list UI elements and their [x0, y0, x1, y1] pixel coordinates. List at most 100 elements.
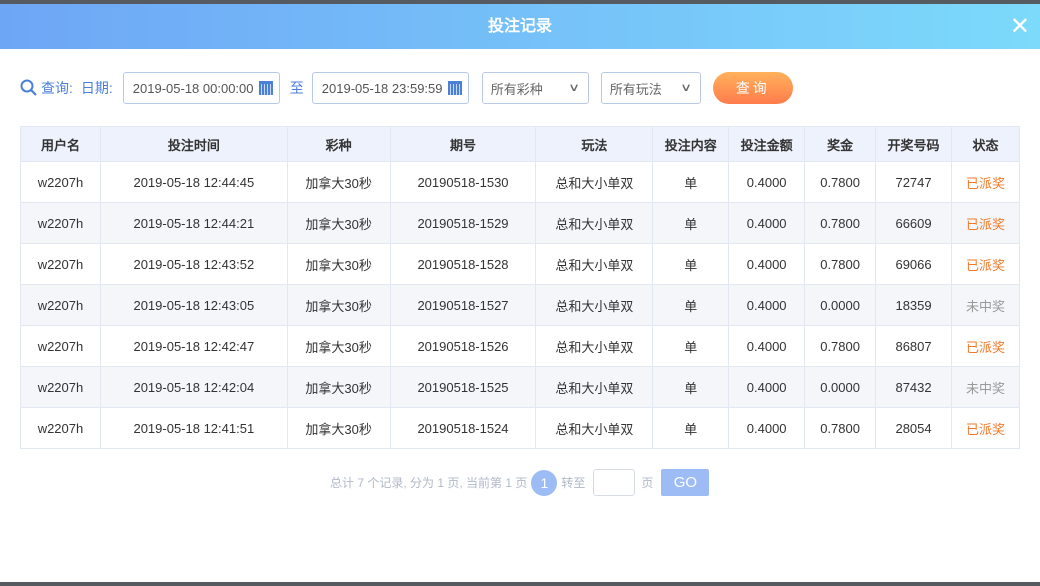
search-button[interactable]: 查询: [712, 72, 793, 104]
table-cell: 20190518-1529: [389, 202, 537, 244]
table-cell: 单: [652, 366, 730, 408]
close-icon[interactable]: ✕: [1010, 4, 1030, 49]
column-header: 期号: [389, 126, 537, 162]
status-badge: 已派奖: [951, 243, 1020, 285]
table-cell: 2019-05-18 12:43:52: [99, 243, 288, 285]
table-cell: w2207h: [20, 284, 101, 326]
end-date-value: 2019-05-18 23:59:59: [321, 80, 443, 96]
table-cell: 总和大小单双: [535, 366, 654, 408]
column-header: 投注金额: [728, 126, 806, 162]
table-cell: w2207h: [20, 325, 101, 367]
table-cell: 单: [652, 161, 730, 203]
start-date-input[interactable]: 2019-05-18 00:00:00: [122, 72, 280, 104]
table-cell: 0.4000: [728, 366, 806, 408]
table-cell: 单: [652, 284, 730, 326]
table-cell: 单: [652, 325, 730, 367]
table-cell: 69066: [875, 243, 953, 285]
table-cell: 66609: [875, 202, 953, 244]
table-cell: 20190518-1530: [389, 161, 537, 203]
date-label: 日期:: [80, 80, 113, 96]
bet-records-table: 用户名 投注时间 彩种 期号 玩法 投注内容 投注金额 奖金 开奖号码 状态 w2207h 2019…: [20, 126, 1020, 449]
table-cell: 总和大小单双: [535, 284, 654, 326]
table-cell: 加拿大30秒: [286, 407, 391, 449]
table-row: w2207h 2019-05-18 12:42:04 加拿大30秒 20190518-…: [20, 366, 1020, 408]
table-cell: 0.7800: [804, 202, 877, 244]
dialog-header: 投注记录 ✕: [0, 4, 1040, 49]
query-label: 查询:: [41, 80, 73, 96]
table-cell: w2207h: [20, 407, 101, 449]
column-header: 奖金: [804, 126, 877, 162]
table-cell: 总和大小单双: [535, 202, 654, 244]
table-cell: 单: [652, 202, 730, 244]
table-cell: 2019-05-18 12:43:05: [99, 284, 288, 326]
table-cell: 加拿大30秒: [286, 243, 391, 285]
table-row: w2207h 2019-05-18 12:41:51 加拿大30秒 20190518-…: [20, 407, 1020, 449]
table-cell: 加拿大30秒: [286, 366, 391, 408]
end-date-input[interactable]: 2019-05-18 23:59:59: [311, 72, 469, 104]
column-header: 用户名: [20, 126, 101, 162]
table-cell: 加拿大30秒: [286, 284, 391, 326]
table-cell: 0.4000: [728, 202, 806, 244]
calendar-icon[interactable]: [258, 81, 273, 95]
table-row: w2207h 2019-05-18 12:43:52 加拿大30秒 20190518-…: [20, 243, 1020, 285]
table-cell: 0.7800: [804, 325, 877, 367]
status-badge: 已派奖: [951, 202, 1020, 244]
status-badge: 已派奖: [951, 407, 1020, 449]
goto-label: 转至: [561, 476, 586, 490]
calendar-icon[interactable]: [447, 81, 462, 95]
table-cell: 总和大小单双: [535, 407, 654, 449]
table-cell: 0.0000: [804, 284, 877, 326]
column-header: 彩种: [286, 126, 391, 162]
dialog-title: 投注记录: [487, 18, 552, 35]
table-cell: 0.4000: [728, 284, 806, 326]
table-cell: w2207h: [20, 366, 101, 408]
chevron-down-icon: ∨: [679, 82, 692, 94]
table-cell: 0.7800: [804, 161, 877, 203]
lottery-select[interactable]: 所有彩种 ∨: [481, 72, 589, 104]
play-select[interactable]: 所有玩法 ∨: [600, 72, 701, 104]
table-cell: 2019-05-18 12:42:47: [99, 325, 288, 367]
table-row: w2207h 2019-05-18 12:44:21 加拿大30秒 20190518-…: [20, 202, 1020, 244]
pagination-summary: 总计 7 个记录, 分为 1 页, 当前第 1 页: [330, 476, 528, 490]
table-cell: 87432: [875, 366, 953, 408]
page-label: 页: [641, 476, 654, 490]
table-cell: 0.0000: [804, 366, 877, 408]
page-number-current[interactable]: 1: [531, 469, 558, 496]
chevron-down-icon: ∨: [567, 82, 580, 94]
search-icon: [20, 79, 37, 96]
column-header: 投注内容: [652, 126, 730, 162]
table-cell: 0.4000: [728, 161, 806, 203]
table-cell: 总和大小单双: [535, 161, 654, 203]
table-cell: 单: [652, 243, 730, 285]
table-cell: 20190518-1525: [389, 366, 537, 408]
table-cell: 0.7800: [804, 243, 877, 285]
table-cell: 86807: [875, 325, 953, 367]
table-cell: 2019-05-18 12:44:45: [99, 161, 288, 203]
column-header: 状态: [951, 126, 1020, 162]
table-cell: w2207h: [20, 243, 101, 285]
table-cell: 0.4000: [728, 243, 806, 285]
table-cell: 加拿大30秒: [286, 202, 391, 244]
go-button[interactable]: GO: [661, 469, 710, 496]
status-badge: 未中奖: [951, 284, 1020, 326]
table-row: w2207h 2019-05-18 12:43:05 加拿大30秒 20190518-…: [20, 284, 1020, 326]
goto-page-input[interactable]: [593, 469, 636, 496]
table-cell: 20190518-1526: [389, 325, 537, 367]
table-header-row: 用户名 投注时间 彩种 期号 玩法 投注内容 投注金额 奖金 开奖号码 状态: [20, 126, 1020, 162]
table-cell: 18359: [875, 284, 953, 326]
table-cell: 2019-05-18 12:42:04: [99, 366, 288, 408]
table-cell: 20190518-1528: [389, 243, 537, 285]
lottery-select-value: 所有彩种: [490, 81, 543, 97]
column-header: 投注时间: [99, 126, 288, 162]
to-label: 至: [289, 80, 304, 96]
table-cell: 总和大小单双: [535, 325, 654, 367]
table-cell: w2207h: [20, 202, 101, 244]
table-cell: w2207h: [20, 161, 101, 203]
table-cell: 加拿大30秒: [286, 325, 391, 367]
table-cell: 2019-05-18 12:41:51: [99, 407, 288, 449]
table-cell: 72747: [875, 161, 953, 203]
status-badge: 未中奖: [951, 366, 1020, 408]
table-cell: 28054: [875, 407, 953, 449]
table-cell: 2019-05-18 12:44:21: [99, 202, 288, 244]
table-cell: 20190518-1524: [389, 407, 537, 449]
